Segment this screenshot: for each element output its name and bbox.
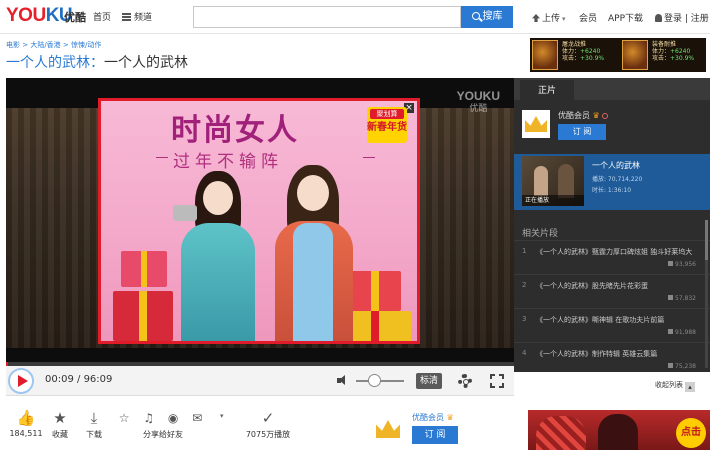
- play-count-icon: [668, 261, 673, 266]
- now-playing-thumbnail: 正在播放: [522, 156, 584, 206]
- volume-icon[interactable]: [337, 375, 349, 386]
- share-button[interactable]: ☆ ♫ ◉ ✉ ▾ 分享给好友: [118, 410, 224, 440]
- list-item[interactable]: 3 《一个人的武林》嘶神辑 在歌功夫片前篇 91,988: [514, 308, 710, 340]
- top-nav: YOUKU 优酷 首页 频道 搜库 上传 ▾ 会员 APP下载 登录 | 注册: [0, 0, 710, 34]
- play-count-icon: [668, 363, 673, 368]
- download-icon: ⤓: [90, 409, 98, 427]
- vip-link[interactable]: 会员: [579, 11, 597, 24]
- youku-logo[interactable]: YOUKU: [6, 5, 73, 27]
- youku-watermark: YOUKU 优酷: [456, 89, 500, 113]
- nav-home-link[interactable]: 首页: [93, 10, 111, 23]
- page-title: 一个人的武林：一个人的武林: [6, 55, 188, 71]
- channel-name[interactable]: 优酷会员 ♛: [412, 412, 454, 423]
- chevron-up-icon: ▴: [685, 382, 695, 392]
- star-icon: ★: [53, 409, 67, 427]
- ad-headline: 时尚女人: [171, 113, 299, 148]
- panel-subscribe-button[interactable]: 订 阅: [558, 124, 606, 140]
- breadcrumb[interactable]: 电影 > 大陆/香港 > 惊悚/动作: [6, 40, 101, 50]
- chevron-down-icon: ▾: [562, 15, 566, 23]
- menu-icon: [122, 13, 131, 21]
- share-icons: ☆ ♫ ◉ ✉: [118, 411, 208, 425]
- tab-feature[interactable]: 正片: [520, 80, 574, 102]
- like-button[interactable]: 👍 184,511: [8, 410, 44, 438]
- fullscreen-icon[interactable]: [490, 374, 504, 388]
- play-count-icon: [668, 295, 673, 300]
- bottom-banner-ad[interactable]: 点击: [528, 410, 710, 450]
- ad-badge: 点击: [676, 418, 706, 448]
- channel-avatar[interactable]: [522, 110, 550, 138]
- now-playing-item[interactable]: 正在播放 一个人的武林 播放: 70,714,220 时长: 1:36:10: [514, 154, 710, 210]
- ad-image: [532, 40, 558, 70]
- app-download-link[interactable]: APP下载: [608, 11, 643, 24]
- ad-image: [622, 40, 648, 70]
- nav-channels-link[interactable]: 频道: [122, 10, 152, 23]
- volume-knob[interactable]: [368, 374, 381, 387]
- crown-icon: ♛: [592, 111, 600, 120]
- ad-tag-badge: 聚划算 新春年货: [367, 107, 407, 143]
- upload-icon: [532, 14, 540, 22]
- list-item[interactable]: 4 《一个人的武林》制作特辑 英雄云集篇 75,238: [514, 342, 710, 372]
- time-display: 00:09 / 96:09: [45, 374, 113, 385]
- video-player[interactable]: YOUKU 优酷 × 时尚女人 过年不输阵 聚划算 新春年货: [6, 78, 514, 362]
- logo-cn[interactable]: 优酷: [64, 9, 86, 25]
- collapse-list-link[interactable]: 收起列表 ▴: [655, 380, 695, 392]
- youku-video-page: YOUKU 优酷 首页 频道 搜库 上传 ▾ 会员 APP下载 登录 | 注册 电…: [0, 0, 710, 450]
- search-button[interactable]: 搜库: [461, 6, 513, 28]
- download-button[interactable]: ⤓ 下载: [80, 410, 108, 440]
- badge-icon: [601, 113, 608, 119]
- search-input[interactable]: [193, 6, 461, 28]
- panel-channel-name[interactable]: 优酷会员 ♛: [558, 110, 608, 121]
- plays-count: ✓ 7075万播放: [236, 410, 300, 440]
- checkmark-icon: ✓: [261, 409, 275, 427]
- panel-scrollbar[interactable]: [705, 220, 708, 368]
- thumbs-up-icon: 👍: [16, 409, 36, 427]
- quality-button[interactable]: 标清: [416, 373, 442, 389]
- model-right: [269, 165, 359, 341]
- crown-icon: [525, 116, 547, 132]
- login-link[interactable]: 登录 | 注册: [655, 11, 709, 24]
- list-item[interactable]: 1 《一个人的武林》甄霆力厚口碑炫姐 独斗好莱坞大 93,956: [514, 240, 710, 272]
- gear-icon[interactable]: [458, 374, 472, 388]
- user-icon: [655, 14, 662, 22]
- model-left: [173, 171, 263, 341]
- search-icon: [471, 12, 480, 20]
- upload-menu[interactable]: 上传 ▾: [532, 11, 566, 24]
- related-heading: 相关片段: [522, 229, 559, 239]
- subscribe-button[interactable]: 订 阅: [412, 426, 458, 444]
- ad-subline: 过年不输阵: [173, 152, 283, 172]
- playlist-panel: 正片 优酷会员 ♛ 订 阅 正在播放 一个人的武林 播放: 70,714,220…: [514, 78, 710, 372]
- list-item[interactable]: 2 《一个人的武林》股先睹先片花彩蛋 57,832: [514, 274, 710, 306]
- play-count-icon: [668, 329, 673, 334]
- play-button[interactable]: [8, 368, 34, 394]
- pause-ad-popup[interactable]: × 时尚女人 过年不输阵 聚划算 新春年货: [98, 98, 420, 344]
- chevron-down-icon: ▾: [220, 412, 224, 420]
- crown-icon: ♛: [446, 413, 454, 422]
- top-banner-ad[interactable]: 屠龙战推 体力：+6240 攻击：+30.9% 装备耐推 体力：+6240 攻击…: [530, 38, 706, 72]
- favorite-button[interactable]: ★ 收藏: [46, 410, 74, 440]
- panel-channel: 优酷会员 ♛ 订 阅: [514, 100, 710, 152]
- player-controls: 00:09 / 96:09 标清: [6, 366, 514, 396]
- panel-tabs: 正片: [514, 78, 710, 102]
